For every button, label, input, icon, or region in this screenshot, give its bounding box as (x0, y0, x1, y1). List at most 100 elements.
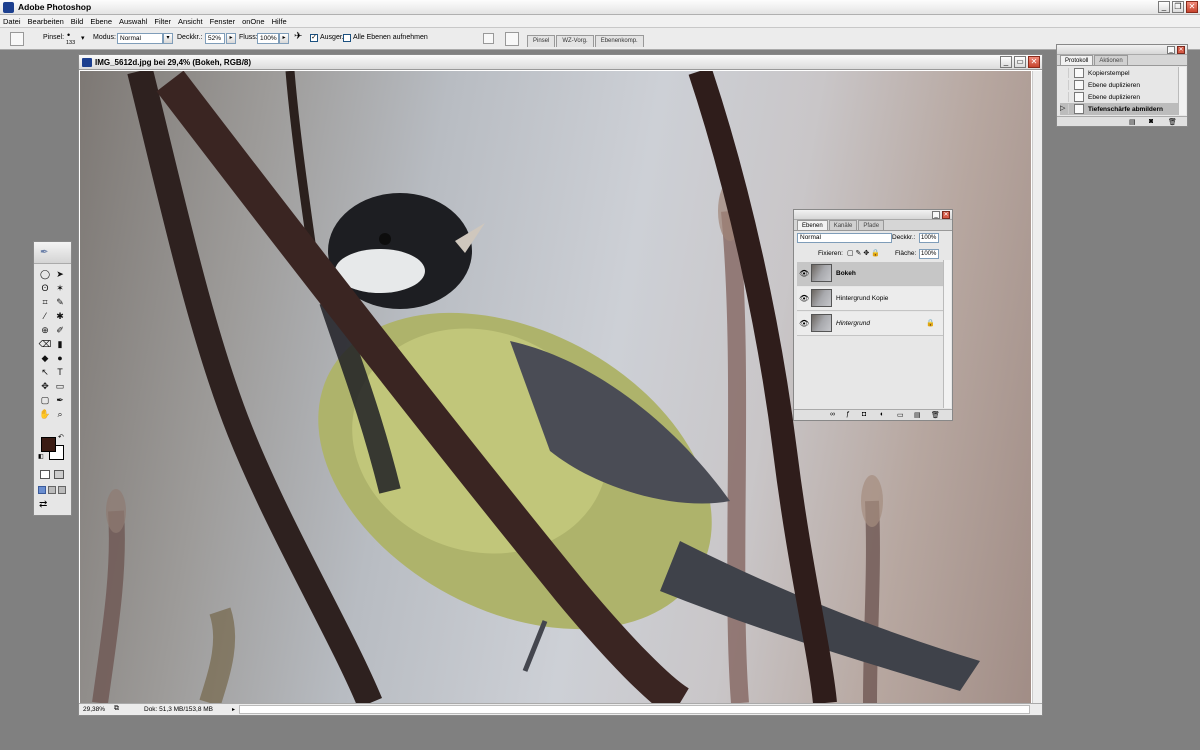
standard-mode-icon[interactable] (40, 470, 50, 479)
type-tool-icon[interactable]: T (53, 366, 67, 379)
history-scrollbar[interactable] (1178, 67, 1186, 115)
eye-icon[interactable]: 👁 (799, 319, 809, 328)
layers-close-button[interactable]: ✕ (942, 211, 950, 219)
menu-bearbeiten[interactable]: Bearbeiten (28, 17, 64, 26)
history-brush-tool-icon[interactable]: ✐ (53, 324, 67, 337)
opacity-arrow-icon[interactable]: ▸ (226, 33, 236, 44)
clone-stamp-tool-icon[interactable]: ⊕ (38, 324, 52, 337)
layers-minimize-button[interactable]: _ (932, 211, 940, 219)
palette-tab-pinsel[interactable]: Pinsel (527, 35, 556, 47)
flow-input[interactable]: 100% (257, 33, 279, 44)
vertical-scrollbar[interactable] (1032, 71, 1042, 703)
layer-opacity-input[interactable]: 100% (919, 233, 939, 243)
fill-input[interactable]: 100% (919, 249, 939, 259)
magic-wand-tool-icon[interactable]: ✶ (53, 282, 67, 295)
toolbox-header[interactable]: ✒ (34, 242, 71, 264)
airbrush-icon[interactable]: ✈ (294, 31, 302, 42)
trash-icon[interactable]: 🗑 (931, 411, 940, 419)
opacity-input[interactable]: 52% (205, 33, 225, 44)
menu-onone[interactable]: onOne (242, 17, 265, 26)
mode-select[interactable]: Normal (117, 33, 163, 44)
aligned-checkbox[interactable]: ✓ (310, 34, 318, 42)
brush-dot-icon[interactable]: • (67, 30, 70, 40)
menu-filter[interactable]: Filter (154, 17, 171, 26)
move-tool-icon[interactable]: ➤ (53, 268, 67, 281)
link-layers-icon[interactable]: ∞ (830, 411, 835, 418)
menu-fenster[interactable]: Fenster (210, 17, 235, 26)
minimize-button[interactable]: _ (1158, 1, 1170, 13)
menu-hilfe[interactable]: Hilfe (272, 17, 287, 26)
screen-mode-full-menu-icon[interactable] (48, 486, 56, 494)
layer-row-bokeh[interactable]: 👁 Bokeh (797, 262, 943, 286)
new-group-icon[interactable]: ▭ (897, 411, 904, 419)
tab-aktionen[interactable]: Aktionen (1094, 55, 1128, 65)
status-menu-icon[interactable]: ⧉ (114, 705, 119, 713)
close-button[interactable]: ✕ (1186, 1, 1198, 13)
history-close-button[interactable]: ✕ (1177, 46, 1185, 54)
notes-tool-icon[interactable]: ▢ (38, 394, 52, 407)
lock-icons[interactable]: ▢ ✎ ✥ 🔒 (847, 249, 880, 257)
layer-style-icon[interactable]: ƒ (846, 411, 850, 418)
maximize-button[interactable]: ❐ (1172, 1, 1184, 13)
swap-colors-icon[interactable]: ↶ (58, 433, 64, 441)
brush-dropdown-icon[interactable]: ▾ (81, 34, 85, 42)
marquee-tool-icon[interactable]: ◯ (38, 268, 52, 281)
layer-row-hintergrund-kopie[interactable]: 👁 Hintergrund Kopie (797, 287, 943, 311)
slice-tool-icon[interactable]: ✎ (53, 296, 67, 309)
clone-stamp-preset-icon[interactable] (10, 32, 24, 46)
hand-tool-icon[interactable]: ✋ (38, 408, 52, 421)
foreground-color-swatch[interactable] (41, 437, 56, 452)
brush-tool-icon[interactable]: ✱ (53, 310, 67, 323)
history-item[interactable]: Ebene duplizieren (1060, 79, 1180, 91)
zoom-tool-icon[interactable]: ⌕ (53, 408, 67, 421)
tab-ebenen[interactable]: Ebenen (797, 220, 828, 230)
menu-ebene[interactable]: Ebene (90, 17, 112, 26)
healing-brush-tool-icon[interactable]: ⁄ (38, 310, 52, 323)
pen-tool-icon[interactable]: ✥ (38, 380, 52, 393)
layers-scrollbar[interactable] (943, 260, 951, 408)
screen-mode-standard-icon[interactable] (38, 486, 46, 494)
menu-auswahl[interactable]: Auswahl (119, 17, 147, 26)
menu-datei[interactable]: Datei (3, 17, 21, 26)
blend-mode-select[interactable]: Normal (797, 233, 892, 243)
quickmask-mode-icon[interactable] (54, 470, 64, 479)
eye-icon[interactable]: 👁 (799, 294, 809, 303)
zoom-level[interactable]: 29,38% (83, 706, 105, 713)
palette-toggle-icon[interactable] (505, 32, 519, 46)
history-item[interactable]: Kopierstempel (1060, 67, 1180, 79)
menu-ansicht[interactable]: Ansicht (178, 17, 203, 26)
new-document-from-state-icon[interactable]: ▤ (1129, 118, 1136, 126)
layer-mask-icon[interactable]: ◘ (862, 411, 866, 418)
layers-panel-titlebar[interactable]: _ ✕ (794, 210, 952, 220)
doc-maximize-button[interactable]: ▭ (1014, 56, 1026, 68)
menu-bild[interactable]: Bild (71, 17, 84, 26)
history-panel-titlebar[interactable]: _ ✕ (1057, 45, 1187, 55)
tab-kanaele[interactable]: Kanäle (828, 220, 858, 230)
eye-icon[interactable]: 👁 (799, 269, 809, 278)
feather-icon[interactable]: ✒ (40, 247, 48, 258)
screen-mode-full-icon[interactable] (58, 486, 66, 494)
new-layer-icon[interactable]: ▤ (914, 411, 921, 419)
default-colors-icon[interactable]: ◧ (38, 453, 44, 460)
history-item-active[interactable]: ▷ Tiefenschärfe abmildern (1060, 103, 1180, 115)
history-minimize-button[interactable]: _ (1167, 46, 1175, 54)
eraser-tool-icon[interactable]: ⌫ (38, 338, 52, 351)
snapshot-icon[interactable]: ◙ (1149, 118, 1153, 125)
file-browser-icon[interactable] (483, 33, 494, 44)
blur-tool-icon[interactable]: ◆ (38, 352, 52, 365)
palette-tab-wz-vorg[interactable]: WZ-Vorg. (556, 35, 594, 47)
layer-row-hintergrund[interactable]: 👁 Hintergrund 🔒 (797, 312, 943, 336)
mode-dropdown-icon[interactable]: ▾ (163, 33, 173, 44)
dodge-tool-icon[interactable]: ● (53, 352, 67, 365)
adjustment-layer-icon[interactable]: ◐ (880, 411, 884, 418)
all-layers-checkbox[interactable] (343, 34, 351, 42)
tab-pfade[interactable]: Pfade (858, 220, 885, 230)
lasso-tool-icon[interactable]: ʘ (38, 282, 52, 295)
path-selection-tool-icon[interactable]: ↖ (38, 366, 52, 379)
flow-arrow-icon[interactable]: ▸ (279, 33, 289, 44)
horizontal-scrollbar[interactable] (239, 705, 1030, 714)
history-item[interactable]: Ebene duplizieren (1060, 91, 1180, 103)
doc-minimize-button[interactable]: _ (1000, 56, 1012, 68)
doc-close-button[interactable]: ✕ (1028, 56, 1040, 68)
crop-tool-icon[interactable]: ⌗ (38, 296, 52, 309)
